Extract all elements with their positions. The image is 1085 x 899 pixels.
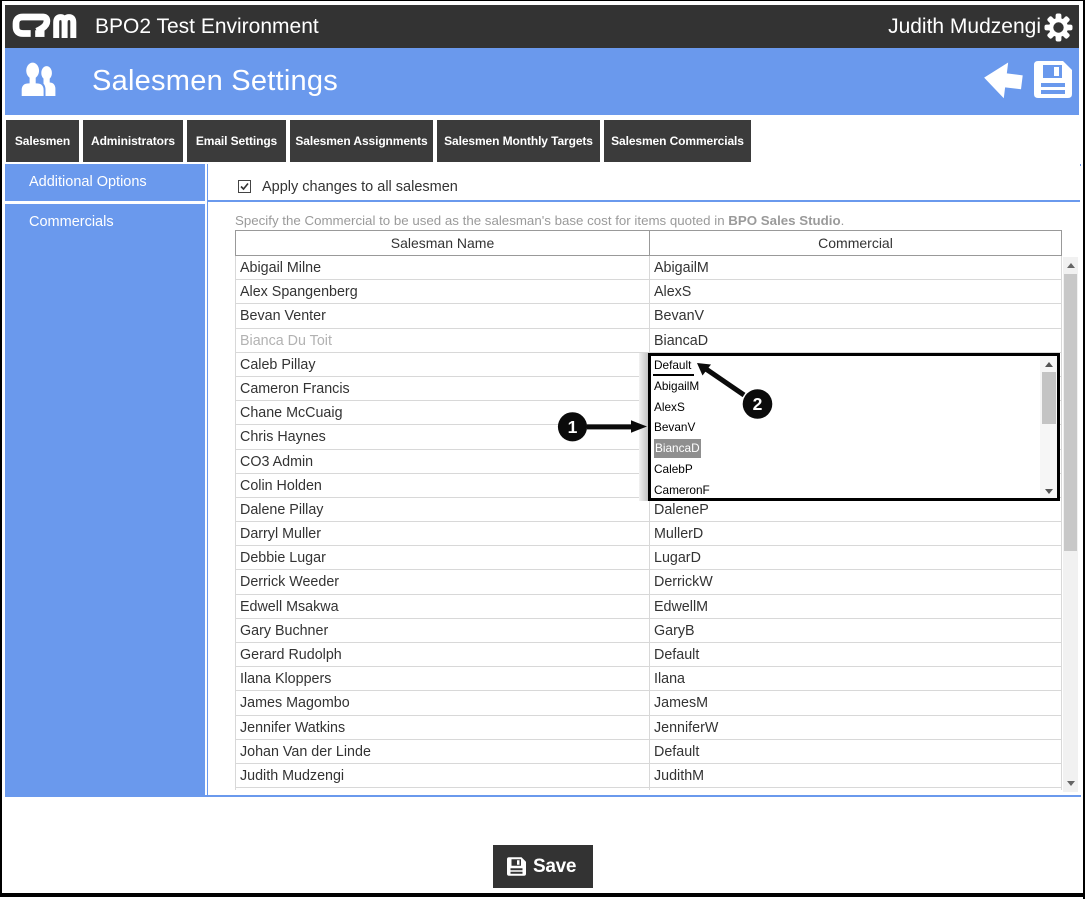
svg-text:1: 1	[568, 417, 578, 437]
svg-text:2: 2	[753, 394, 763, 414]
